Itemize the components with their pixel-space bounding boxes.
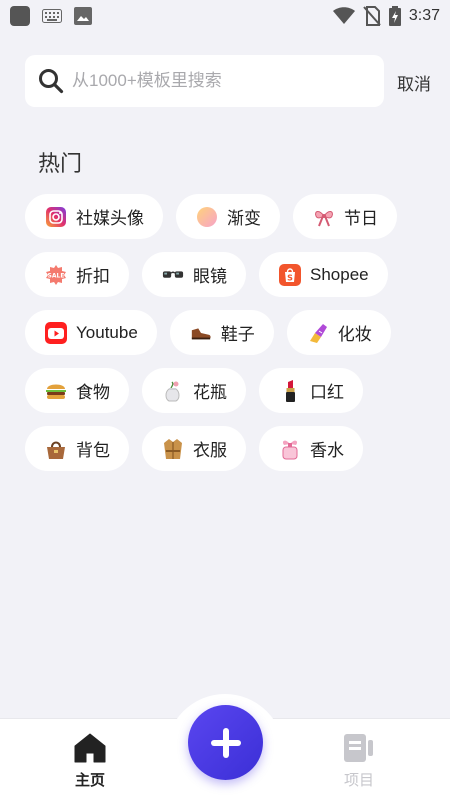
- keyboard-icon: [42, 9, 62, 23]
- image-icon: [74, 7, 92, 25]
- tag-chip-bag[interactable]: 背包: [25, 426, 129, 471]
- festival-bow-icon: [313, 206, 335, 228]
- hot-tags: 社媒头像 渐变 节日 SALE 折扣 眼镜 S Shopee Youtube 鞋…: [25, 194, 435, 484]
- tag-chip-festival[interactable]: 节日: [293, 194, 397, 239]
- gradient-circle-icon: [196, 206, 218, 228]
- tag-label: 背包: [76, 441, 110, 460]
- search-bar[interactable]: [25, 55, 384, 107]
- shopee-icon: S: [279, 263, 301, 286]
- glasses-icon: [162, 264, 184, 286]
- tag-chip-gradient[interactable]: 渐变: [176, 194, 280, 239]
- no-sim-icon: [363, 6, 381, 26]
- tag-label: 节日: [344, 209, 378, 228]
- tag-chip-clothes[interactable]: 衣服: [142, 426, 246, 471]
- plus-icon: [210, 727, 241, 758]
- tag-label: 渐变: [227, 209, 261, 228]
- create-button[interactable]: [188, 705, 263, 780]
- nav-projects-label: 项目: [343, 772, 374, 789]
- burger-icon: [45, 380, 67, 402]
- perfume-icon: [279, 438, 301, 460]
- projects-icon: [344, 734, 373, 762]
- tag-row: 背包 衣服 香水: [25, 426, 435, 471]
- svg-text:SALE: SALE: [48, 272, 65, 279]
- tag-chip-perfume[interactable]: 香水: [259, 426, 363, 471]
- sale-tag-icon: SALE: [45, 264, 67, 286]
- tag-label: 衣服: [193, 441, 227, 460]
- tag-chip-shoes[interactable]: 鞋子: [169, 310, 274, 355]
- tag-chip-makeup[interactable]: 化妆: [286, 310, 391, 355]
- tag-chip-food[interactable]: 食物: [25, 368, 129, 413]
- vase-icon: [162, 380, 184, 402]
- tag-row: 食物 花瓶 口红: [25, 368, 435, 413]
- search-input[interactable]: [72, 71, 362, 91]
- nav-tab-home[interactable]: 主页: [60, 733, 120, 790]
- tag-label: 眼镜: [193, 267, 227, 286]
- tag-label: 口红: [310, 383, 344, 402]
- tag-chip-lipstick[interactable]: 口红: [259, 368, 363, 413]
- screen: 3:37 取消 热门 社媒头像: [0, 0, 450, 800]
- tag-row: Youtube 鞋子 化妆: [25, 310, 435, 355]
- coat-icon: [162, 438, 184, 460]
- tag-label: 鞋子: [220, 325, 255, 344]
- tag-label: 花瓶: [193, 383, 227, 402]
- svg-text:S: S: [287, 273, 293, 282]
- nail-polish-icon: [307, 322, 329, 344]
- tag-chip-glasses[interactable]: 眼镜: [142, 252, 246, 297]
- wifi-icon: [332, 7, 355, 24]
- tag-label: 化妆: [337, 325, 372, 344]
- tag-label: 社媒头像: [76, 209, 144, 228]
- app-square-icon: [10, 6, 30, 26]
- handbag-icon: [45, 438, 67, 460]
- tag-label: 香水: [310, 441, 344, 460]
- status-bar: 3:37: [0, 0, 450, 32]
- cancel-button[interactable]: 取消: [397, 70, 431, 95]
- tag-chip-social-avatar[interactable]: 社媒头像: [25, 194, 163, 239]
- tag-chip-vase[interactable]: 花瓶: [142, 368, 246, 413]
- instagram-icon: [45, 206, 67, 228]
- nav-tab-projects[interactable]: 项目: [329, 733, 389, 790]
- tag-chip-discount[interactable]: SALE 折扣: [25, 252, 129, 297]
- battery-charging-icon: [388, 6, 401, 26]
- shoe-icon: [190, 322, 212, 344]
- tag-label: Shopee: [310, 264, 369, 284]
- tag-label: 折扣: [76, 267, 110, 286]
- tag-chip-youtube[interactable]: Youtube: [25, 310, 157, 355]
- lipstick-icon: [279, 379, 301, 402]
- home-icon: [74, 733, 106, 763]
- nav-home-label: 主页: [74, 772, 105, 789]
- search-icon: [39, 69, 64, 94]
- tag-row: 社媒头像 渐变 节日: [25, 194, 435, 239]
- tag-row: SALE 折扣 眼镜 S Shopee: [25, 252, 435, 297]
- youtube-icon: [45, 321, 67, 344]
- hot-section-title: 热门: [38, 151, 83, 176]
- tag-label: Youtube: [76, 322, 138, 342]
- tag-chip-shopee[interactable]: S Shopee: [259, 252, 388, 297]
- status-time: 3:37: [408, 7, 440, 24]
- tag-label: 食物: [76, 383, 110, 402]
